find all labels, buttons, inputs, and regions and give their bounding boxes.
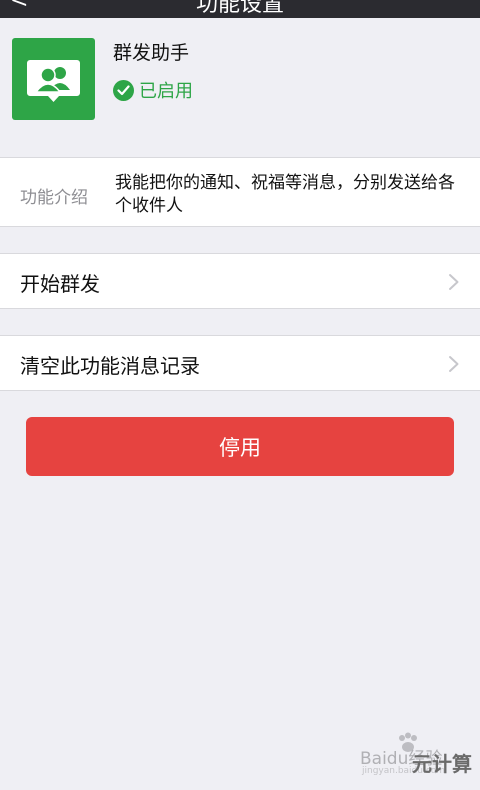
navigation-bar: < 功能设置 bbox=[0, 0, 480, 18]
description-cell: 功能介绍 我能把你的通知、祝福等消息，分别发送给各个收件人 bbox=[0, 157, 480, 227]
group-send-assistant-page: < 功能设置 群发助手 已启用 功能介绍 我能把你的通知、祝福等消息，分别发送给… bbox=[0, 0, 480, 790]
group-chat-icon bbox=[12, 38, 95, 120]
app-name: 群发助手 bbox=[113, 42, 190, 64]
status-text: 已启用 bbox=[139, 81, 193, 102]
start-group-send-label: 开始群发 bbox=[20, 272, 100, 296]
watermark: Baidu经验 jingyan.baidu.com 元计算 bbox=[360, 732, 472, 784]
page-title: 功能设置 bbox=[195, 0, 284, 17]
clear-history-cell[interactable]: 清空此功能消息记录 bbox=[0, 335, 480, 391]
start-group-send-cell[interactable]: 开始群发 bbox=[0, 253, 480, 309]
chevron-right-icon bbox=[448, 273, 460, 291]
disable-button[interactable]: 停用 bbox=[26, 417, 454, 476]
app-header: 群发助手 已启用 bbox=[0, 18, 480, 140]
description-label: 功能介绍 bbox=[20, 188, 88, 208]
chevron-right-icon bbox=[448, 355, 460, 373]
watermark-site: 元计算 bbox=[412, 752, 472, 776]
clear-history-label: 清空此功能消息记录 bbox=[20, 354, 200, 378]
description-text: 我能把你的通知、祝福等消息，分别发送给各个收件人 bbox=[115, 173, 455, 216]
status-badge: 已启用 bbox=[113, 78, 193, 102]
check-circle-icon bbox=[113, 79, 134, 101]
